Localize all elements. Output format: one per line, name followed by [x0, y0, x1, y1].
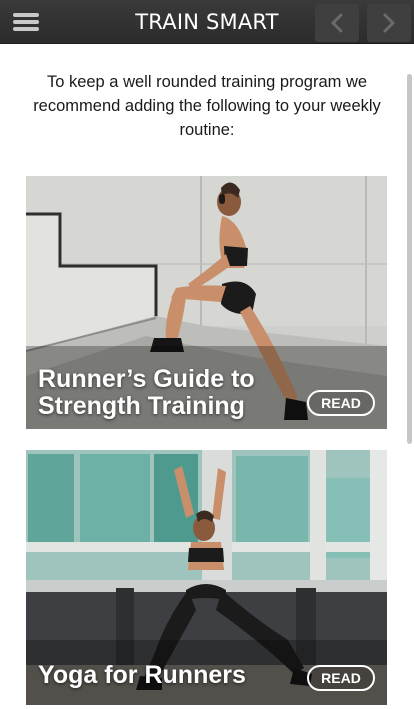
chevron-left-icon: [331, 13, 343, 33]
article-title: Yoga for Runners: [38, 661, 246, 689]
previous-button[interactable]: [315, 4, 359, 42]
scrollbar[interactable]: [407, 74, 412, 444]
top-bar: TRAIN SMART: [0, 0, 414, 44]
article-card-yoga-for-runners[interactable]: Yoga for Runners READ: [26, 450, 387, 705]
chevron-right-icon: [383, 13, 395, 33]
next-button[interactable]: [367, 4, 411, 42]
read-button[interactable]: READ: [307, 390, 375, 416]
intro-text: To keep a well rounded training program …: [33, 73, 381, 139]
article-card-strength-training[interactable]: Runner’s Guide to Strength Training READ: [26, 176, 387, 429]
read-button[interactable]: READ: [307, 665, 375, 691]
article-title: Runner’s Guide to Strength Training: [38, 365, 255, 420]
